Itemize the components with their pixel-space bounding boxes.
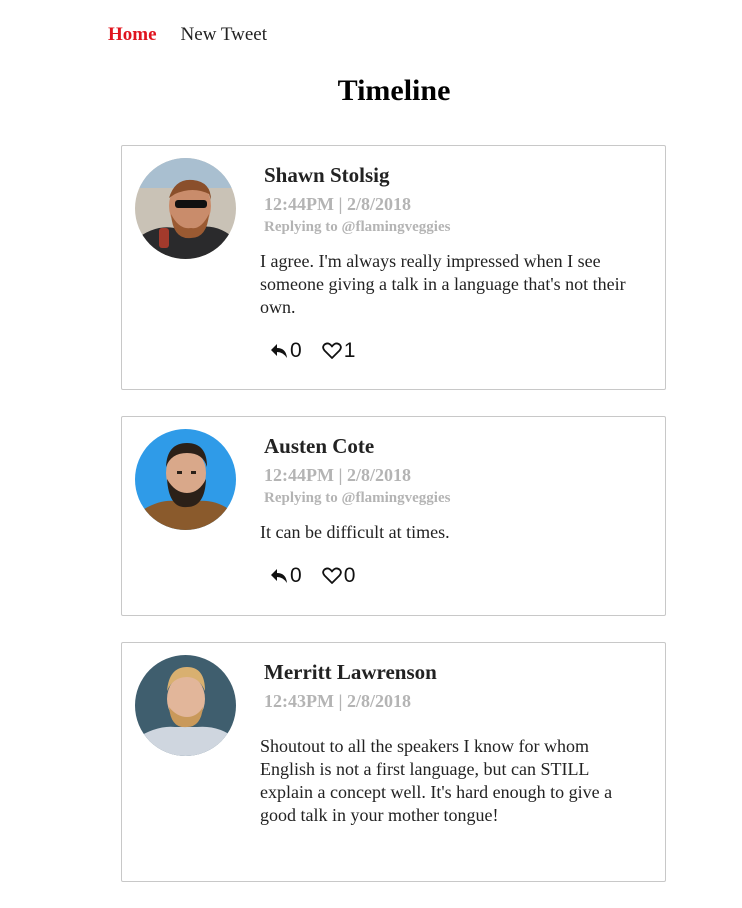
reply-arrow-icon — [271, 569, 287, 583]
nav-new-tweet-link[interactable]: New Tweet — [181, 24, 267, 46]
tweet-author[interactable]: Austen Cote — [264, 433, 651, 459]
tweet-card: Merritt Lawrenson 12:43PM | 2/8/2018 Sho… — [121, 642, 666, 882]
reply-arrow-icon — [271, 344, 287, 358]
page-title: Timeline — [337, 74, 451, 107]
like-count: 1 — [343, 339, 356, 362]
like-button[interactable]: 0 — [321, 564, 356, 588]
tweet-reply-to: Replying to @flamingveggies — [264, 490, 451, 506]
avatar[interactable] — [135, 655, 236, 756]
tweet-card: Shawn Stolsig 12:44PM | 2/8/2018 Replyin… — [121, 145, 666, 390]
avatar-photo-shawn — [135, 158, 236, 259]
reply-count: 0 — [290, 564, 302, 587]
tweet-author[interactable]: Merritt Lawrenson — [264, 659, 651, 685]
nav-home-link[interactable]: Home — [108, 24, 157, 46]
tweet-timestamp: 12:44PM | 2/8/2018 — [264, 194, 411, 214]
timeline: Shawn Stolsig 12:44PM | 2/8/2018 Replyin… — [121, 145, 666, 908]
tweet-author[interactable]: Shawn Stolsig — [264, 162, 651, 188]
heart-outline-icon — [321, 567, 342, 584]
tweet-text: Shoutout to all the speakers I know for … — [260, 736, 613, 825]
reply-count: 0 — [290, 339, 302, 362]
avatar-photo-austen — [135, 429, 236, 530]
reply-button[interactable]: 0 — [270, 339, 302, 363]
avatar[interactable] — [135, 158, 236, 259]
tweet-timestamp: 12:44PM | 2/8/2018 — [264, 465, 411, 485]
tweet-timestamp: 12:43PM | 2/8/2018 — [264, 691, 411, 711]
tweet-card: Austen Cote 12:44PM | 2/8/2018 Replying … — [121, 416, 666, 616]
like-count: 0 — [343, 564, 356, 587]
avatar-photo-merritt — [135, 655, 236, 756]
tweet-text: I agree. I'm always really impressed whe… — [260, 251, 626, 317]
tweet-text: It can be difficult at times. — [260, 522, 450, 542]
reply-button[interactable]: 0 — [270, 564, 302, 588]
like-button[interactable]: 1 — [321, 339, 356, 363]
avatar[interactable] — [135, 429, 236, 530]
tweet-reply-to: Replying to @flamingveggies — [264, 219, 451, 235]
tweet-actions: 0 0 — [270, 564, 651, 588]
top-nav: Home New Tweet — [108, 22, 267, 48]
heart-outline-icon — [321, 342, 342, 359]
tweet-actions: 0 1 — [270, 339, 651, 363]
